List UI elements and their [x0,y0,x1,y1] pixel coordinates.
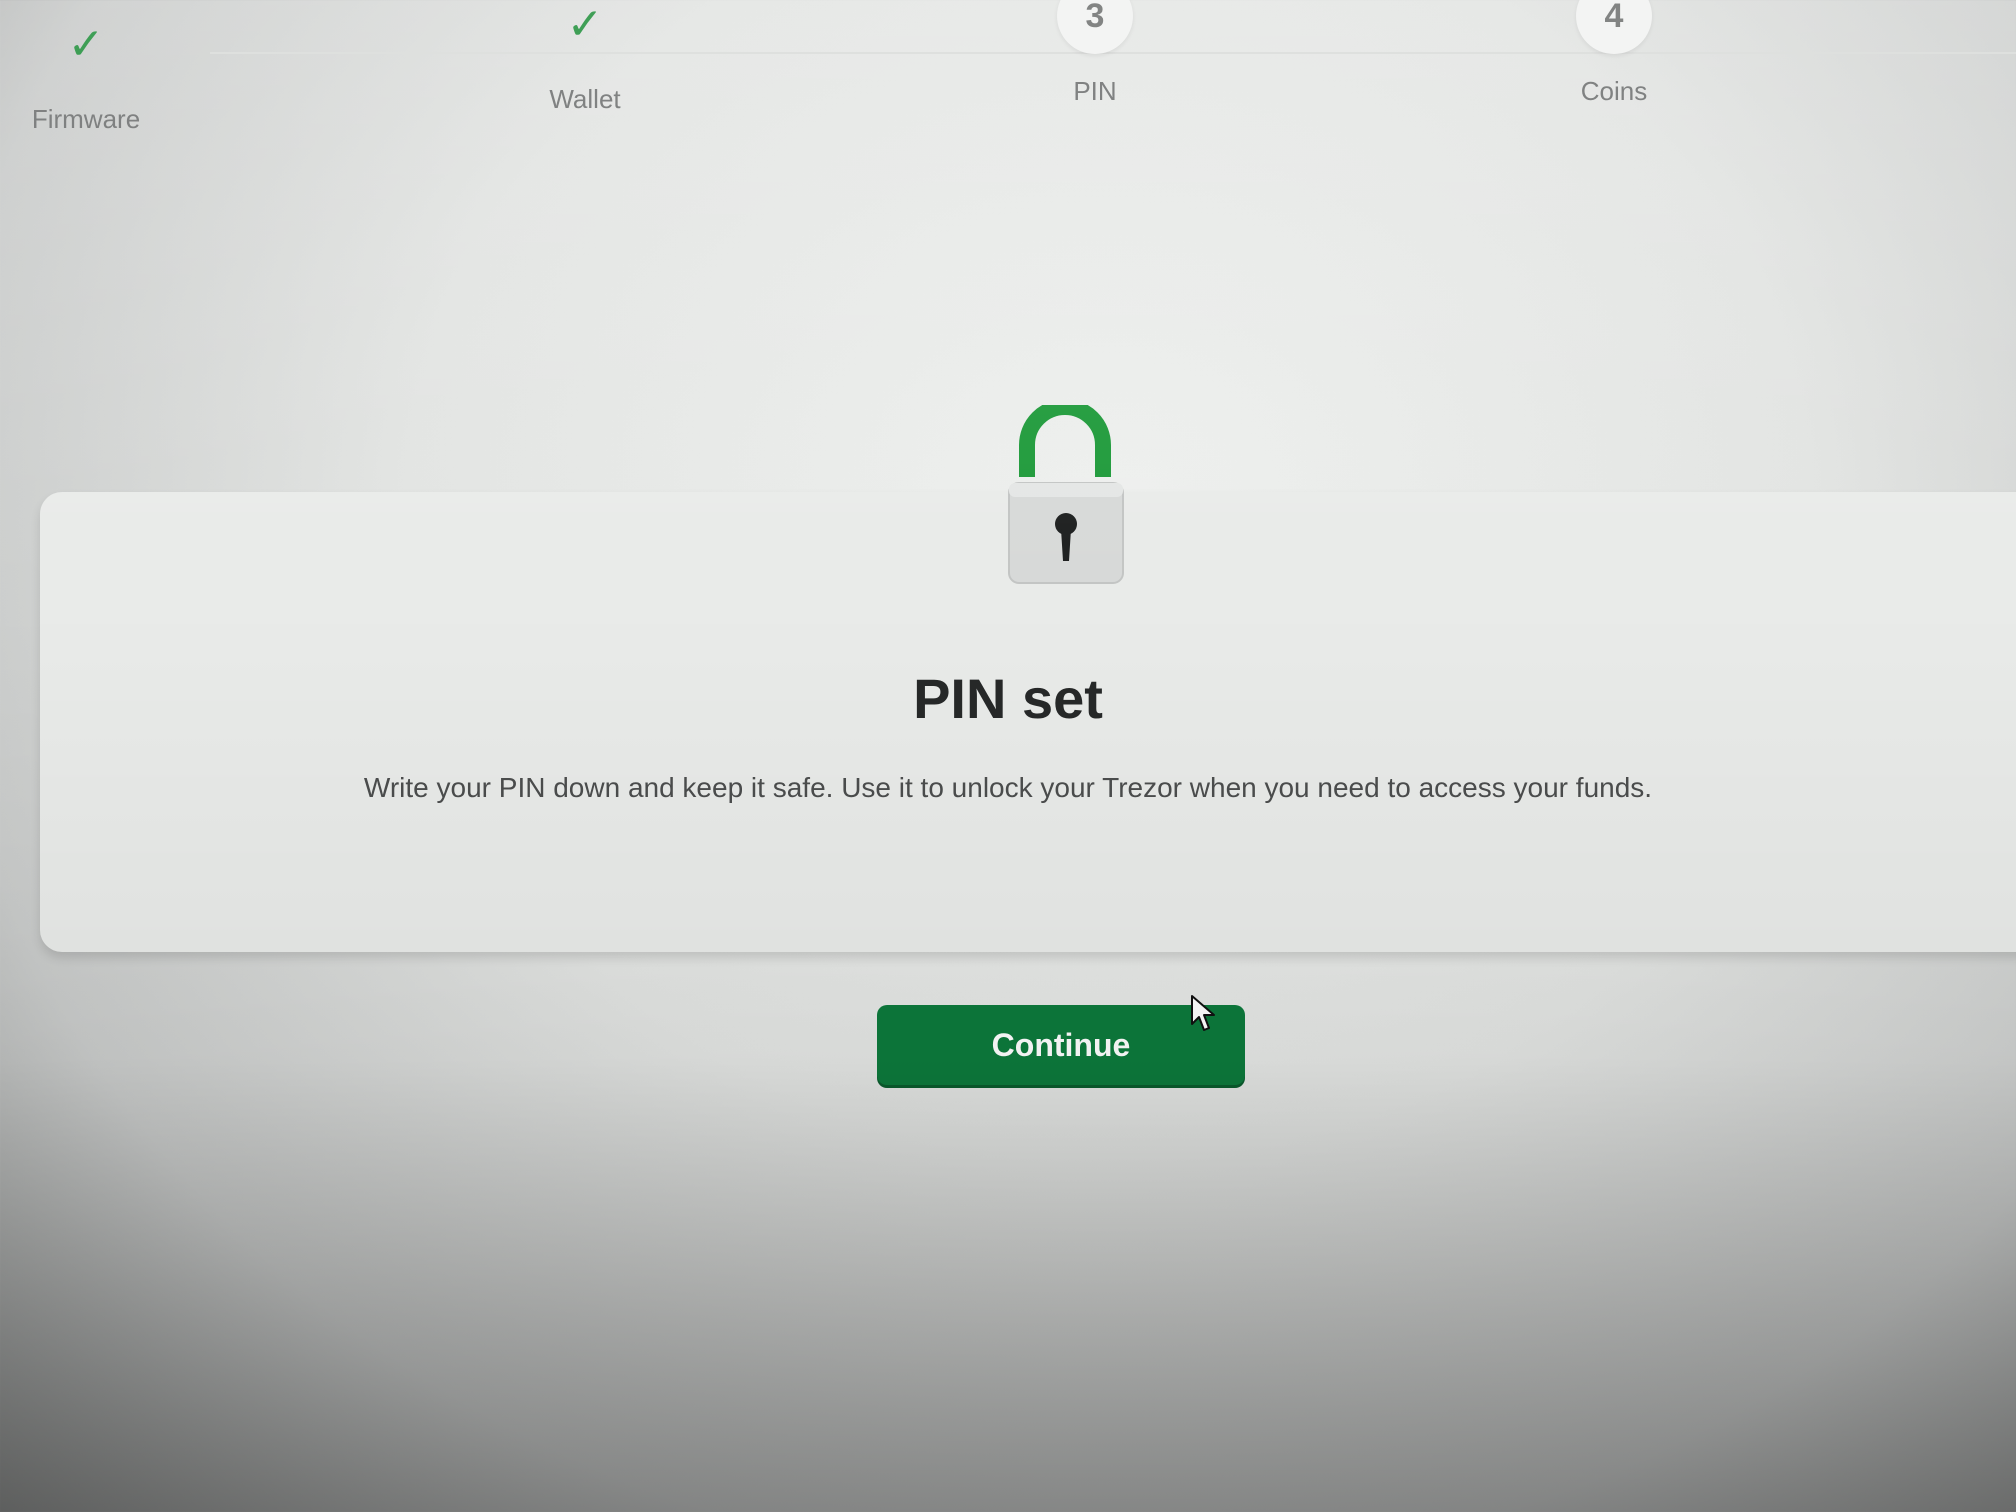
step-label-firmware: Firmware [31,104,141,134]
setup-stepper: ✓ Firmware ✓ Wallet 3 PIN 4 Coins [0,0,2016,150]
step-label-pin: PIN [1073,76,1117,106]
mouse-cursor-icon [1191,995,1215,1031]
step-label-coins: Coins [1580,76,1648,106]
step-wallet: ✓ Wallet [465,0,705,115]
step-number-badge: 3 [1057,0,1133,54]
step-label-wallet: Wallet [549,84,621,114]
page-title: PIN set [913,667,1103,730]
pin-instructions-text: Write your PIN down and keep it safe. Us… [363,772,1653,803]
step-pin: 3 PIN [975,0,1215,107]
step-firmware: ✓ Firmware [0,0,206,135]
step-coins: 4 Coins [1494,0,1734,107]
checkmark-icon: ✓ [67,19,105,69]
checkmark-icon: ✓ [566,0,604,49]
step-number-badge: 4 [1576,0,1652,54]
unlocked-padlock-icon [1008,405,1124,584]
